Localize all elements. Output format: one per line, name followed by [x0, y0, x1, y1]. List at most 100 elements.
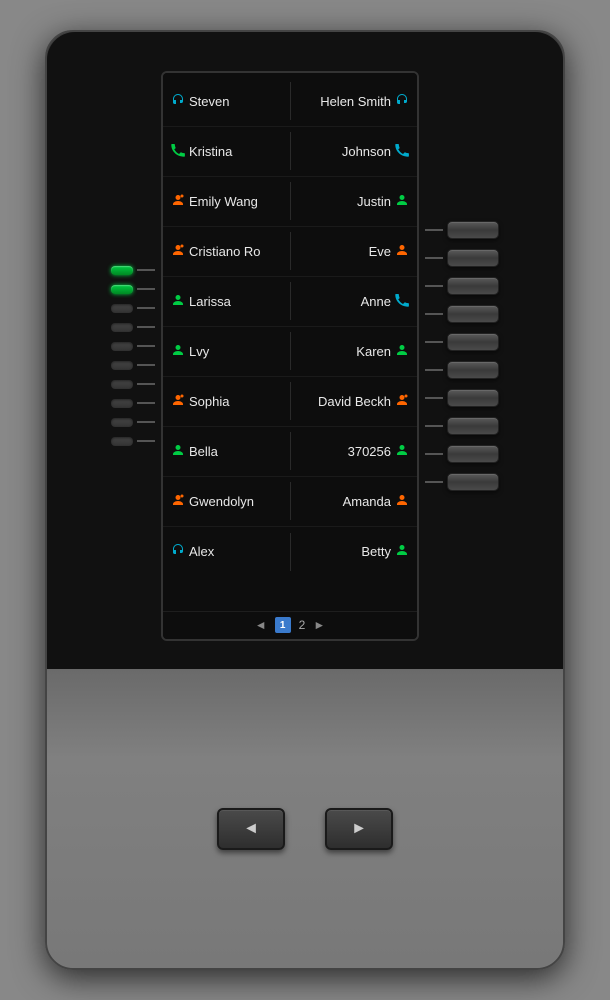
r-line-4: [425, 313, 443, 315]
nav-next-button[interactable]: ►: [325, 808, 393, 850]
r-hw-btn-8[interactable]: [447, 417, 499, 435]
left-btn-row-7: [111, 380, 155, 389]
right-btn-row-6: [425, 361, 499, 379]
nav-buttons: ◄ ►: [217, 808, 393, 850]
contact-row-9[interactable]: Alex Betty: [163, 527, 417, 577]
screen-inner: StevenHelen Smith Kristina JohnsonEmily Wa…: [163, 73, 417, 611]
contact-left-name-1: Kristina: [189, 144, 232, 159]
contact-left-8[interactable]: Gwendolyn: [167, 477, 290, 526]
left-btn-row-10: [111, 437, 155, 446]
contact-right-icon-4: [395, 293, 409, 310]
prev-page-button[interactable]: ◄: [255, 618, 267, 632]
left-btn-row-1: [111, 266, 155, 275]
left-buttons: [111, 266, 155, 446]
contact-row-2[interactable]: Emily Wang Justin: [163, 177, 417, 227]
r-line-8: [425, 425, 443, 427]
contact-right-2[interactable]: Justin: [291, 177, 414, 226]
contact-row-5[interactable]: Lvy Karen: [163, 327, 417, 377]
left-btn-row-3: [111, 304, 155, 313]
line-8: [137, 402, 155, 404]
contact-left-5[interactable]: Lvy: [167, 327, 290, 376]
r-hw-btn-4[interactable]: [447, 305, 499, 323]
led-7: [111, 380, 133, 389]
contact-left-2[interactable]: Emily Wang: [167, 177, 290, 226]
page-2[interactable]: 2: [299, 618, 306, 632]
contact-right-9[interactable]: Betty: [291, 527, 414, 577]
contact-right-name-3: Eve: [369, 244, 391, 259]
contact-right-8[interactable]: Amanda: [291, 477, 414, 526]
r-line-2: [425, 257, 443, 259]
r-hw-btn-10[interactable]: [447, 473, 499, 491]
contact-left-icon-1: [171, 143, 185, 160]
contact-right-4[interactable]: Anne: [291, 277, 414, 326]
contact-left-name-8: Gwendolyn: [189, 494, 254, 509]
contact-left-icon-4: [171, 293, 185, 310]
right-btn-row-3: [425, 277, 499, 295]
contact-row-1[interactable]: Kristina Johnson: [163, 127, 417, 177]
led-8: [111, 399, 133, 408]
line-7: [137, 383, 155, 385]
r-hw-btn-3[interactable]: [447, 277, 499, 295]
contact-row-0[interactable]: StevenHelen Smith: [163, 77, 417, 127]
contact-right-name-2: Justin: [357, 194, 391, 209]
contact-left-6[interactable]: Sophia: [167, 377, 290, 426]
contact-row-4[interactable]: LarissaAnne: [163, 277, 417, 327]
contact-right-3[interactable]: Eve: [291, 227, 414, 276]
line-2: [137, 288, 155, 290]
r-line-5: [425, 341, 443, 343]
contact-left-9[interactable]: Alex: [167, 527, 290, 577]
r-hw-btn-6[interactable]: [447, 361, 499, 379]
contact-right-icon-7: [395, 443, 409, 460]
line-6: [137, 364, 155, 366]
r-line-9: [425, 453, 443, 455]
right-btn-row-4: [425, 305, 499, 323]
left-btn-row-6: [111, 361, 155, 370]
contact-left-icon-5: [171, 343, 185, 360]
contact-left-name-3: Cristiano Ro: [189, 244, 261, 259]
contact-right-7[interactable]: 370256: [291, 427, 414, 476]
right-btn-row-2: [425, 249, 499, 267]
right-btn-row-1: [425, 221, 499, 239]
led-2-active: [111, 285, 133, 294]
led-3: [111, 304, 133, 313]
r-hw-btn-1[interactable]: [447, 221, 499, 239]
pagination: ◄ 1 2 ►: [163, 611, 417, 639]
contact-left-1[interactable]: Kristina: [167, 127, 290, 176]
r-line-1: [425, 229, 443, 231]
contact-left-3[interactable]: Cristiano Ro: [167, 227, 290, 276]
contact-right-0[interactable]: Helen Smith: [291, 77, 414, 126]
contact-right-6[interactable]: David Beckh: [291, 377, 414, 426]
contact-left-name-5: Lvy: [189, 344, 209, 359]
contact-left-name-9: Alex: [189, 544, 214, 559]
contact-right-5[interactable]: Karen: [291, 327, 414, 376]
line-5: [137, 345, 155, 347]
contact-left-7[interactable]: Bella: [167, 427, 290, 476]
right-buttons: [425, 221, 499, 491]
contact-row-7[interactable]: Bella370256: [163, 427, 417, 477]
right-btn-row-9: [425, 445, 499, 463]
contact-row-8[interactable]: Gwendolyn Amanda: [163, 477, 417, 527]
led-4: [111, 323, 133, 332]
contact-right-icon-8: [395, 493, 409, 510]
r-hw-btn-2[interactable]: [447, 249, 499, 267]
contact-row-6[interactable]: Sophia David Beckh: [163, 377, 417, 427]
r-hw-btn-7[interactable]: [447, 389, 499, 407]
left-btn-row-5: [111, 342, 155, 351]
nav-next-icon: ►: [351, 820, 367, 838]
r-hw-btn-9[interactable]: [447, 445, 499, 463]
contact-left-name-6: Sophia: [189, 394, 229, 409]
contact-right-1[interactable]: Johnson: [291, 127, 414, 176]
contact-row-3[interactable]: Cristiano Ro Eve: [163, 227, 417, 277]
next-page-button[interactable]: ►: [313, 618, 325, 632]
contact-left-icon-8: [171, 493, 185, 510]
nav-prev-button[interactable]: ◄: [217, 808, 285, 850]
contact-right-icon-6: [395, 393, 409, 410]
contact-left-4[interactable]: Larissa: [167, 277, 290, 326]
led-10: [111, 437, 133, 446]
contact-right-icon-9: [395, 543, 409, 560]
contact-right-name-6: David Beckh: [318, 394, 391, 409]
led-1-active: [111, 266, 133, 275]
r-hw-btn-5[interactable]: [447, 333, 499, 351]
contact-left-0[interactable]: Steven: [167, 77, 290, 126]
contact-right-icon-1: [395, 143, 409, 160]
